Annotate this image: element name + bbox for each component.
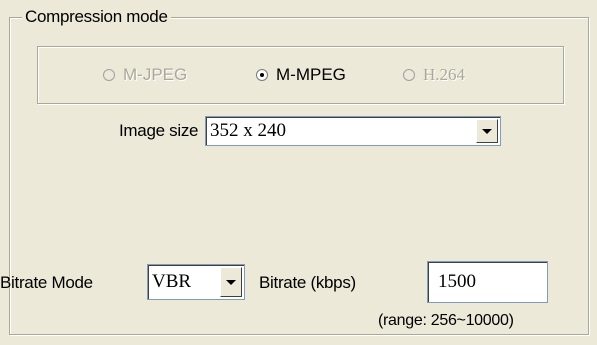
bitrate-mode-dropdown-button[interactable]	[220, 267, 242, 297]
radio-h264-label: H.264	[423, 65, 466, 84]
image-size-dropdown-button[interactable]	[476, 119, 498, 143]
compression-mode-title: Compression mode	[22, 6, 171, 28]
radio-mmpeg[interactable]: M-MPEG	[256, 64, 346, 86]
bitrate-value: 1500	[438, 271, 476, 292]
bitrate-range-note: (range: 256~10000)	[378, 312, 514, 329]
radio-mmpeg-label: M-MPEG	[276, 65, 346, 84]
image-size-dropdown[interactable]: 352 x 240	[205, 116, 501, 146]
radio-button-icon	[403, 69, 415, 81]
radio-button-icon	[256, 69, 268, 81]
bitrate-mode-label: Bitrate Mode	[0, 273, 93, 292]
radio-h264[interactable]: H.264	[403, 64, 465, 86]
radio-mjpeg-label: M-JPEG	[123, 65, 188, 84]
bitrate-mode-value: VBR	[152, 271, 192, 292]
bitrate-label: Bitrate (kbps)	[259, 273, 356, 292]
image-size-label: Image size	[119, 121, 199, 140]
radio-button-icon	[103, 69, 115, 81]
bitrate-input[interactable]: 1500	[427, 261, 548, 303]
chevron-down-icon	[482, 128, 492, 134]
chevron-down-icon	[226, 279, 236, 285]
image-size-value: 352 x 240	[210, 120, 286, 141]
bitrate-mode-dropdown[interactable]: VBR	[147, 264, 245, 300]
radio-mjpeg[interactable]: M-JPEG	[103, 64, 187, 86]
radio-selected-dot	[260, 73, 264, 77]
